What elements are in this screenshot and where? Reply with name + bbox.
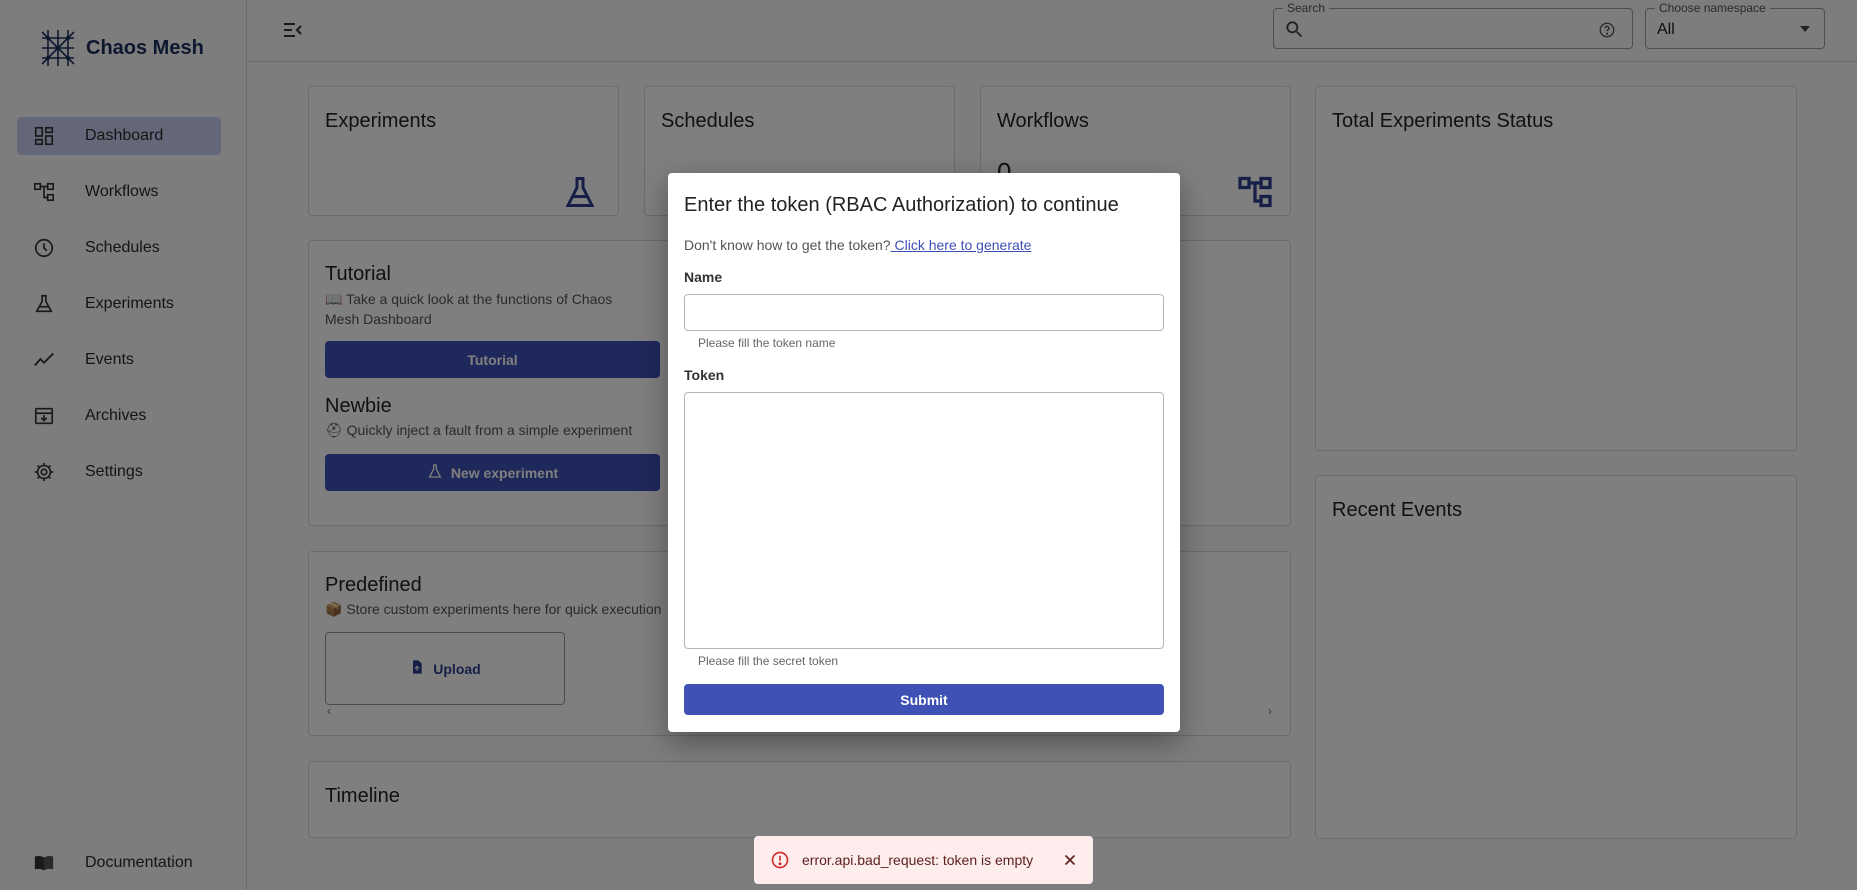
token-label: Token [684,367,725,383]
error-icon [770,850,790,870]
name-label: Name [684,269,723,285]
dialog-hint: Don't know how to get the token? Click h… [684,237,1031,253]
error-snackbar: error.api.bad_request: token is empty [754,836,1093,884]
name-helper-text: Please fill the token name [698,336,836,350]
token-name-input[interactable] [684,294,1164,331]
error-message: error.api.bad_request: token is empty [802,852,1034,868]
token-helper-text: Please fill the secret token [698,654,839,668]
submit-button[interactable]: Submit [684,684,1164,715]
token-textarea[interactable] [684,392,1164,649]
generate-token-link[interactable]: Click here to generate [891,237,1031,253]
dialog-title: Enter the token (RBAC Authorization) to … [684,194,1119,216]
close-icon[interactable] [1061,851,1079,869]
hint-text: Don't know how to get the token? [684,237,891,253]
token-dialog: Enter the token (RBAC Authorization) to … [668,173,1180,732]
